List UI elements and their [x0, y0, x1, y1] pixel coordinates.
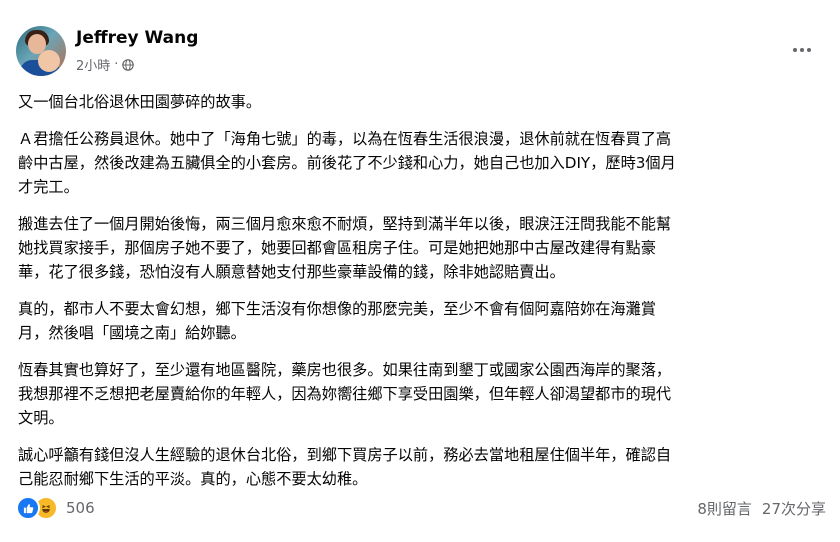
globe-icon[interactable] — [122, 58, 135, 71]
post-paragraph: Ａ君擔任公務員退休。她中了「海角七號」的毒，以為在恆春生活很浪漫，退休前就在恆春… — [18, 130, 676, 196]
post-paragraph: 恆春其實也算好了，至少還有地區醫院，藥房也很多。如果往南到墾丁或國家公園西海岸的… — [18, 361, 672, 427]
post-stats: 8則留言 27次分享 — [697, 498, 826, 519]
author-name[interactable]: Jeffrey Wang — [76, 28, 198, 48]
meta-separator: · — [114, 57, 119, 72]
avatar-child — [38, 50, 60, 72]
shares-count-link[interactable]: 27次分享 — [762, 498, 826, 519]
post-time[interactable]: 2小時 — [76, 55, 110, 74]
reaction-count: 506 — [66, 499, 95, 517]
more-horizontal-icon — [793, 48, 797, 52]
post-meta: 2小時 · — [76, 55, 135, 74]
facebook-post: Jeffrey Wang 2小時 · 又一個台北俗退休田園夢碎的故事。 Ａ君擔任… — [0, 0, 840, 542]
reactions-summary[interactable]: 506 — [16, 496, 95, 520]
avatar[interactable] — [16, 26, 66, 76]
more-options-button[interactable] — [786, 36, 818, 64]
like-icon — [16, 496, 40, 520]
post-paragraph: 誠心呼籲有錢但沒人生經驗的退休台北俗，到鄉下買房子以前，務必去當地租屋住個半年，… — [18, 446, 672, 488]
post-paragraph: 又一個台北俗退休田園夢碎的故事。 — [18, 93, 261, 111]
post-body: 又一個台北俗退休田園夢碎的故事。 Ａ君擔任公務員退休。她中了「海角七號」的毒，以… — [18, 90, 826, 504]
comments-count-link[interactable]: 8則留言 — [697, 498, 752, 519]
post-footer: 506 8則留言 27次分享 — [16, 496, 826, 522]
post-paragraph: 搬進去住了一個月開始後悔，兩三個月愈來愈不耐煩，堅持到滿半年以後，眼淚汪汪問我能… — [18, 215, 672, 281]
post-paragraph: 真的，都市人不要太會幻想，鄉下生活沒有你想像的那麼完美，至少不會有個阿嘉陪妳在海… — [18, 300, 656, 342]
